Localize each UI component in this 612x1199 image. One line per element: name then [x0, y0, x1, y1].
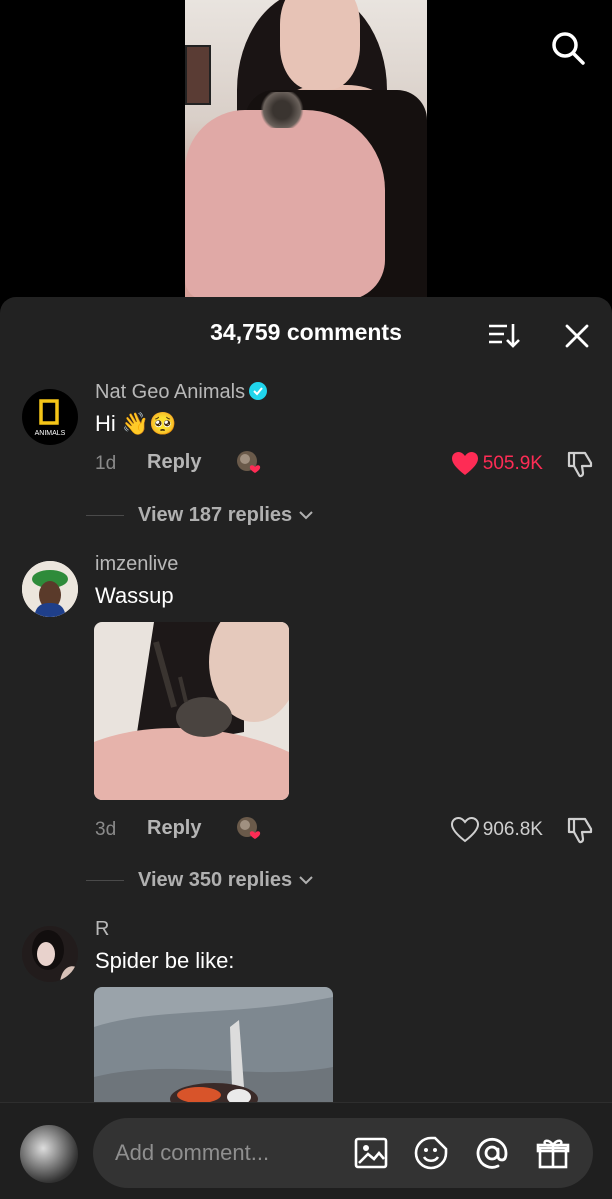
comment-text: Hi 👋🥺 [95, 411, 177, 436]
comment-input-box[interactable] [93, 1118, 593, 1188]
like-button[interactable]: 906.8K [450, 815, 543, 845]
view-replies-label[interactable]: View 350 replies [138, 869, 292, 892]
comment-text: Wassup [95, 583, 174, 608]
sort-icon[interactable] [486, 319, 522, 351]
like-count: 505.9K [482, 453, 543, 474]
my-avatar[interactable] [20, 1125, 78, 1183]
comments-header: 34,759 comments [0, 297, 612, 369]
comment-composer [0, 1102, 612, 1199]
chevron-down-icon [299, 876, 313, 885]
image-icon[interactable] [353, 1135, 389, 1171]
reply-button[interactable]: Reply [147, 451, 201, 474]
view-replies-button[interactable]: View 187 replies [86, 501, 314, 529]
comment-actions: 1d Reply 505.9K [95, 449, 595, 479]
comment-item: R Spider be like: [0, 914, 612, 1117]
chevron-down-icon [299, 511, 313, 520]
avatar[interactable] [22, 926, 78, 982]
like-count: 906.8K [482, 819, 543, 840]
view-replies-label[interactable]: View 187 replies [138, 504, 292, 527]
comment-text: Spider be like: [95, 948, 235, 973]
reply-button[interactable]: Reply [147, 817, 201, 840]
comment-username[interactable]: R [95, 918, 109, 941]
verified-badge-icon [249, 381, 268, 400]
avatar[interactable] [22, 561, 78, 617]
username-text[interactable]: Nat Geo Animals [95, 381, 245, 403]
comment-actions: 3d Reply 906.8K [95, 815, 595, 845]
comment-age: 3d [95, 819, 117, 840]
video-person-face [280, 0, 360, 90]
natgeo-logo: ANIMALS [35, 399, 66, 437]
heart-filled-icon [451, 452, 478, 475]
svg-text:ANIMALS: ANIMALS [35, 430, 66, 437]
mention-icon[interactable] [474, 1135, 510, 1171]
emoji-icon[interactable] [413, 1135, 449, 1171]
avatar-image [22, 561, 78, 617]
close-icon[interactable] [562, 321, 592, 351]
heart-outline-icon [450, 817, 479, 843]
video-frame [185, 0, 427, 300]
creator-liked-icon [235, 449, 265, 477]
dislike-icon[interactable] [565, 815, 595, 845]
avatar-image [22, 926, 78, 982]
video-player[interactable] [0, 0, 612, 300]
comments-sheet: 34,759 comments ANIMALS Nat Geo Animals … [0, 297, 612, 1199]
creator-liked-icon [235, 815, 265, 843]
avatar[interactable]: ANIMALS [22, 389, 78, 445]
comment-item: imzenlive Wassup 3d Reply 906.8K [0, 549, 612, 849]
search-icon[interactable] [548, 28, 588, 68]
comment-username[interactable]: imzenlive [95, 553, 178, 576]
video-hand [185, 110, 385, 300]
comment-age: 1d [95, 453, 117, 474]
spider-photo [94, 622, 289, 800]
divider [86, 879, 124, 881]
spider-photo [94, 987, 333, 1117]
divider [86, 514, 124, 516]
wall-picture [185, 45, 211, 105]
comment-username[interactable]: Nat Geo Animals [95, 381, 268, 404]
like-button[interactable]: 505.9K [451, 449, 543, 479]
video-spider [257, 92, 307, 128]
dislike-icon[interactable] [565, 449, 595, 479]
comment-image[interactable] [94, 622, 289, 800]
comment-input[interactable] [115, 1118, 345, 1188]
gift-icon[interactable] [535, 1135, 571, 1171]
comment-image[interactable] [94, 987, 333, 1117]
view-replies-button[interactable]: View 350 replies [86, 866, 314, 894]
